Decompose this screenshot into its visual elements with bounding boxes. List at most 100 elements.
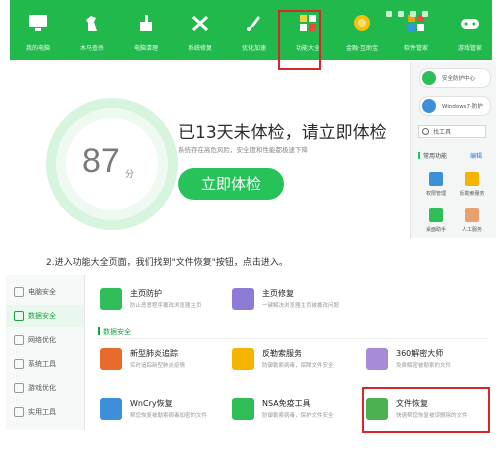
padlock-icon [366, 348, 388, 370]
restore-icon [100, 398, 122, 420]
feature-name: 主页修复 [262, 289, 294, 298]
feature-desc: 帮您恢复被勒索病毒加密的文件 [130, 413, 208, 419]
feature-desc: 一键解决浏览器主页被篡改问题 [262, 303, 340, 309]
toolbar-item-label: 金融·互助宝 [346, 45, 378, 52]
rocket-icon [244, 14, 264, 32]
virus-icon [100, 348, 122, 370]
quick-tool-desktop-helper[interactable]: 桌面助手 [418, 208, 454, 233]
toolbar-item-system-repair[interactable]: 系统修复 [172, 0, 228, 60]
feature-name: 主页防护 [130, 289, 162, 298]
feature-name: NSA免疫工具 [262, 399, 311, 408]
desktop-icon [429, 208, 443, 222]
nav-item-system-tools[interactable]: 系统工具 [6, 353, 84, 375]
toolbar-item-label: 木马查杀 [79, 45, 104, 52]
shield-icon [422, 71, 436, 85]
quick-tool-permissions[interactable]: 权限管理 [418, 172, 454, 197]
person-icon [465, 208, 479, 222]
menu-icon[interactable] [398, 11, 404, 17]
instruction-text: 2.进入功能大全页面，我们找到"文件恢复"按钮，点击进入。 [46, 258, 288, 268]
gamepad-icon [460, 14, 480, 32]
pill-label: 安全防护中心 [442, 76, 476, 82]
minimize-icon[interactable] [410, 11, 416, 17]
toolbar-item-label: 软件管家 [403, 45, 428, 52]
quick-tool-label: 权限管理 [425, 191, 446, 197]
nav-item-label: 游戏优化 [28, 384, 56, 392]
network-icon [14, 335, 24, 345]
shield-icon [14, 311, 24, 321]
feature-wncry-recovery[interactable]: WnCry恢复 帮您恢复被勒索病毒加密的文件 [100, 396, 220, 426]
feature-desc: 实时追踪新型肺炎疫情 [130, 363, 186, 369]
quick-tool-label: 反勒索服务 [459, 191, 485, 197]
feature-desc: 防止恶意程序篡改浏览器主页 [130, 303, 202, 309]
tool-search-input[interactable] [433, 126, 483, 137]
checkup-headline: 已13天未体检，请立即体检 [178, 123, 387, 143]
tool-search-box[interactable] [418, 125, 486, 138]
folder-shield-icon [232, 348, 254, 370]
feature-homepage-repair[interactable]: 主页修复 一键解决浏览器主页被篡改问题 [232, 286, 352, 316]
quick-tool-label: 桌面助手 [425, 227, 446, 233]
toolbar-item-cleanup[interactable]: 电脑清理 [118, 0, 174, 60]
close-icon[interactable] [422, 11, 428, 17]
horse-icon [82, 14, 102, 32]
common-tools-heading: 常用功能 [418, 151, 447, 160]
lock-icon [100, 288, 122, 310]
toolbar-item-label: 电脑清理 [133, 45, 158, 52]
permission-icon [429, 172, 443, 186]
feature-anti-ransomware[interactable]: 反勒索服务 防御勒索病毒，保障文件安全 [232, 346, 352, 376]
edit-link[interactable]: 编辑 [470, 151, 482, 160]
feature-desc: 防御勒索病毒，保障文件安全 [262, 363, 334, 369]
toolbar-item-trojan-scan[interactable]: 木马查杀 [64, 0, 120, 60]
section-title: 数据安全 [98, 327, 131, 337]
score-unit: 分 [125, 170, 135, 180]
pill-label: Windows7·防护 [442, 104, 483, 110]
window-controls [380, 2, 490, 17]
toolbar-item-my-computer[interactable]: 我的电脑 [10, 0, 66, 60]
gear-icon [14, 359, 24, 369]
nav-item-game-optimization[interactable]: 游戏优化 [6, 377, 84, 399]
nav-item-network-optimization[interactable]: 网络优化 [6, 329, 84, 351]
folder-lock-icon [465, 172, 479, 186]
security-center-button[interactable]: 安全防护中心 [419, 68, 491, 88]
nav-item-label: 网络优化 [28, 336, 56, 344]
search-icon [422, 128, 429, 135]
toolbar-item-label: 优化加速 [241, 45, 266, 52]
feature-desc: 免费解密被勒索的文件 [396, 363, 452, 369]
feature-name: WnCry恢复 [130, 399, 173, 408]
feature-nsa-immunity[interactable]: NSA免疫工具 防御勒索病毒，保护文件安全 [232, 396, 352, 426]
feature-name: 360解密大师 [396, 349, 444, 358]
feature-name: 新型肺炎追踪 [130, 349, 178, 358]
health-score: 87 [82, 142, 120, 180]
feature-pneumonia-tracker[interactable]: 新型肺炎追踪 实时追踪新型肺炎疫情 [100, 346, 220, 376]
wrench-icon [190, 14, 210, 32]
category-nav: 电脑安全 数据安全 网络优化 系统工具 游戏优化 实用工具 [6, 275, 85, 430]
highlight-box-file-recovery [362, 387, 490, 433]
nsa-shield-icon [232, 398, 254, 420]
skin-icon[interactable] [386, 11, 392, 17]
feature-name: 反勒索服务 [262, 349, 302, 358]
coin-icon [352, 14, 372, 32]
quick-tool-label: 人工服务 [461, 227, 482, 233]
section-divider [98, 338, 488, 339]
nav-item-data-security[interactable]: 数据安全 [6, 305, 84, 327]
nav-item-pc-security[interactable]: 电脑安全 [6, 281, 84, 303]
broom-icon [136, 14, 156, 32]
highlight-box-features [278, 10, 321, 70]
feature-homepage-protect[interactable]: 主页防护 防止恶意程序篡改浏览器主页 [100, 286, 220, 316]
section-title-text: 数据安全 [103, 328, 131, 336]
monitor-icon [14, 287, 24, 297]
nav-item-label: 实用工具 [28, 408, 56, 416]
feature-decrypt-master[interactable]: 360解密大师 免费解密被勒索的文件 [366, 346, 486, 376]
toolbar-item-speedup[interactable]: 优化加速 [226, 0, 282, 60]
quick-tool-human-service[interactable]: 人工服务 [454, 208, 490, 233]
quick-tool-anti-ransom[interactable]: 反勒索服务 [454, 172, 490, 197]
toolbar-item-label: 游戏管家 [457, 45, 482, 52]
common-tools-title: 常用功能 [423, 153, 448, 160]
checkup-now-button[interactable]: 立即体检 [178, 168, 284, 200]
nav-item-label: 数据安全 [28, 312, 56, 320]
toolbar-item-label: 系统修复 [187, 45, 212, 52]
windows-protect-button[interactable]: Windows7·防护 [419, 96, 491, 116]
nav-item-utilities[interactable]: 实用工具 [6, 401, 84, 423]
nav-item-label: 电脑安全 [28, 288, 56, 296]
feature-desc: 防御勒索病毒，保护文件安全 [262, 413, 334, 419]
nav-item-label: 系统工具 [28, 360, 56, 368]
